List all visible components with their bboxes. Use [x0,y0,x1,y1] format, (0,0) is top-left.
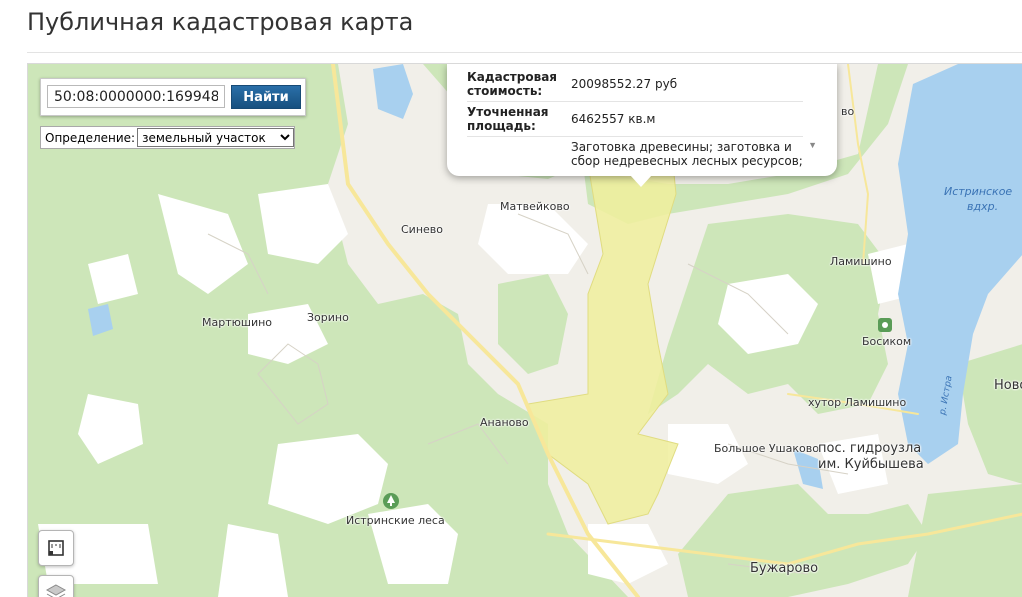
info-row-area: Уточненная площадь: 6462557 кв.м [467,101,803,137]
park-icon [383,493,399,509]
page-title: Публичная кадастровая карта [27,8,414,36]
info-value: 6462557 кв.м [567,101,803,137]
map-view[interactable]: Матвейково Синево Зорино Мартюшино Анано… [27,63,1022,597]
map-label-khutor-lamishino: хутор Ламишино [808,396,907,409]
definition-label: Определение: [45,130,136,145]
map-label-lamishino: Ламишино [830,255,892,268]
map-label-reservoir: Истринское [944,185,1013,198]
bosikom-icon [878,318,892,332]
map-label-im-kuybysheva: им. Куйбышева [818,457,924,472]
map-label-istrinskie-lesa: Истринские леса [346,514,445,527]
map-label-pos-gidrouzla: пос. гидроузла [818,441,922,456]
parcel-info-table: Кадастровая стоимость: 20098552.27 руб У… [467,67,803,171]
square-ruler-icon [48,540,64,556]
map-label-matveykovo: Матвейково [500,200,570,213]
title-divider [27,52,1022,53]
info-value: Заготовка древесины; заготовка и сбор не… [571,140,803,168]
parcel-info-popup: Кадастровая стоимость: 20098552.27 руб У… [447,64,837,187]
info-row-cost: Кадастровая стоимость: 20098552.27 руб [467,67,803,102]
layers-icon [45,584,67,597]
layers-button[interactable] [38,575,74,597]
map-label-novo: Ново [994,378,1022,393]
info-value: 20098552.27 руб [567,67,803,102]
map-label-zorino: Зорино [307,311,349,324]
definition-select[interactable]: земельный участок [137,128,295,147]
definition-selector: Определение: земельный участок [40,126,296,149]
map-label-bolshoe-ushakovo: Большое Ушаково [714,442,819,455]
map-label-sinevo: Синево [401,223,444,236]
search-panel: Найти [40,78,306,116]
info-key [467,137,567,172]
map-label-martyushino: Мартюшино [202,316,273,329]
chevron-down-icon[interactable]: ▼ [808,140,817,150]
info-key: Кадастровая стоимость: [467,67,567,102]
map-label-buzharovo: Бужарово [750,561,819,576]
map-label-vo: во [841,105,855,118]
map-label-bosikom: Босиком [862,335,912,348]
map-label-ananovo: Ананово [480,416,529,429]
info-key: Уточненная площадь: [467,101,567,137]
find-button[interactable]: Найти [231,85,301,109]
cadastral-number-input[interactable] [47,85,225,108]
info-row-usage: Заготовка древесины; заготовка и сбор не… [467,137,803,172]
map-label-reservoir-abbr: вдхр. [967,200,999,213]
popup-pointer [630,175,652,187]
measure-button[interactable] [38,530,74,566]
